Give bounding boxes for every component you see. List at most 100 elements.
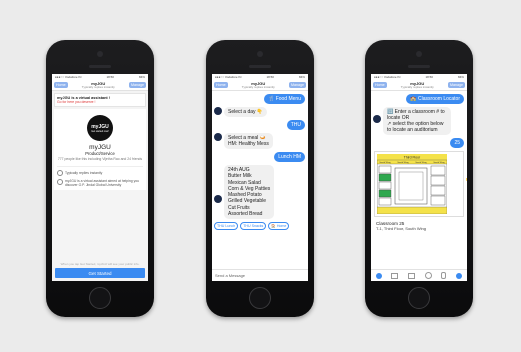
like-icon[interactable]	[456, 272, 463, 279]
menu-item: Mexican Salad	[228, 179, 261, 186]
message-in: Select a day 👇	[214, 107, 306, 117]
select-meal-message: Select a meal 🍛 HM: Healthy Mess	[224, 133, 273, 149]
phone-profile: ●●●○○ Vodafone IN 18:50 84% Home myJGU Ty…	[46, 40, 154, 317]
message-in: 24th AUG Butter Milk Mexican Salad Corn …	[214, 165, 306, 219]
room-block-highlighted	[378, 189, 392, 198]
phone-classroom-locator: ●●●○○ Vodafone IN 18:50 84% Home myJGU Ty…	[365, 40, 473, 317]
quick-reply-thu-snacks[interactable]: THU Snacks	[240, 222, 267, 230]
camera-icon	[97, 51, 103, 57]
composer-placeholder: Send a Message	[215, 273, 246, 278]
clock-text: 18:50	[425, 75, 433, 79]
camera-icon	[257, 51, 263, 57]
screen-profile: ●●●○○ Vodafone IN 18:50 84% Home myJGU Ty…	[52, 74, 148, 281]
battery-text: 84%	[457, 75, 464, 79]
menu-item: Grilled Vegetable	[228, 198, 267, 205]
emoji-icon[interactable]	[424, 272, 432, 279]
room-block	[430, 175, 446, 186]
profile-likes: 777 people like this including Vijetha R…	[57, 157, 143, 161]
floor-map-wing-label: South Wing	[433, 161, 445, 164]
footer-note: When you tap Get Started, myJGU will see…	[60, 262, 140, 266]
camera-icon	[416, 51, 422, 57]
home-button[interactable]: Home	[373, 82, 387, 88]
room-block	[430, 195, 446, 206]
home-button-hardware	[89, 287, 111, 309]
nav-bar: Home myJGU Typically replies instantly Ma…	[52, 80, 148, 91]
message-composer[interactable]: Send a Message	[212, 269, 308, 281]
room-block-highlighted	[378, 173, 392, 182]
thu-message: THU	[286, 120, 305, 130]
clock-text: 18:50	[106, 75, 114, 79]
plus-icon[interactable]	[375, 272, 382, 279]
manage-button[interactable]: Manage	[128, 82, 146, 88]
gif-icon[interactable]	[408, 272, 416, 279]
room-block	[378, 181, 392, 190]
message-out: 25	[374, 138, 464, 148]
chat-subtitle: Typically replies instantly	[400, 84, 434, 89]
room-block	[430, 185, 446, 196]
speaker-grille	[249, 65, 271, 68]
get-started-button[interactable]: Get Started	[55, 268, 145, 278]
phone-food-menu: ●●●○○ Vodafone IN 18:50 84% Home myJGU Ty…	[206, 40, 314, 317]
composer-toolbar	[371, 269, 467, 281]
manage-button[interactable]: Manage	[447, 82, 465, 88]
floor-map-wing-label: South Wing	[397, 161, 409, 164]
chat-subtitle: Typically replies instantly	[81, 84, 115, 89]
profile-card: myJGU Get started now! myJGU Product/Ser…	[54, 109, 146, 191]
chat-subtitle: Typically replies instantly	[241, 84, 275, 89]
message-in: 🔢 Enter a classroom # to locate OR ↗ sel…	[373, 107, 465, 135]
room-block	[430, 165, 446, 176]
menu-item: Mashed Potato	[228, 192, 262, 198]
reply-time-text: Typically replies instantly	[65, 171, 103, 176]
bot-avatar	[373, 115, 381, 123]
carrier-text: ●●●○○ Vodafone IN	[55, 75, 82, 79]
lunch-message: Lunch HM	[274, 152, 305, 162]
bot-avatar	[214, 107, 222, 115]
profile-name: myJGU	[89, 144, 111, 151]
profile-category: Product/Service	[85, 151, 115, 156]
about-row: myJGU is a virtual assistant aimed at he…	[57, 179, 143, 187]
camera-compose-icon[interactable]	[391, 272, 399, 279]
floor-map-wing-label: South Wing	[379, 161, 391, 164]
menu-item: Cut Fruits	[228, 204, 250, 211]
promo-banner: myJGU is a virtual assistant ! Go for he…	[54, 93, 146, 107]
bot-logo: myJGU Get started now!	[87, 115, 113, 141]
banner-link[interactable]: Go for here you deserve !	[57, 100, 143, 104]
speaker-grille	[89, 65, 111, 68]
about-text: myJGU is a virtual assistant aimed at he…	[65, 179, 140, 188]
home-button[interactable]: Home	[214, 82, 228, 88]
floor-map-wing-label: South Wing	[415, 161, 427, 164]
room-number-message: 25	[450, 138, 464, 148]
manage-button[interactable]: Manage	[288, 82, 306, 88]
quick-reply-thu-lunch[interactable]: THU Lunch	[214, 222, 239, 230]
quick-reply-home[interactable]: 🏠 Home	[268, 222, 290, 230]
floor-map: Third Floor South Wing South Wing South …	[377, 154, 447, 214]
room-block	[378, 197, 392, 206]
courtyard	[394, 167, 428, 205]
home-button-hardware	[408, 287, 430, 309]
menu-item: Assorted Bread	[228, 210, 263, 217]
carrier-text: ●●●○○ Vodafone IN	[215, 75, 242, 79]
carrier-text: ●●●○○ Vodafone IN	[374, 75, 401, 79]
food-menu-message: 🍴 Food Menu	[264, 94, 305, 104]
screen-food-menu: ●●●○○ Vodafone IN 18:50 84% Home myJGU Ty…	[212, 74, 308, 281]
floor-map-card[interactable]: Third Floor South Wing South Wing South …	[374, 151, 467, 217]
instruction-message: 🔢 Enter a classroom # to locate OR ↗ sel…	[383, 107, 451, 135]
message-out: 🍴 Food Menu	[215, 94, 305, 104]
classroom-result: Classroom 25 T-1, Third Floor, South Win…	[374, 219, 464, 233]
thumbs-up-icon[interactable]: 👍	[465, 174, 467, 182]
menu-message: 24th AUG Butter Milk Mexican Salad Corn …	[224, 165, 275, 219]
meal-legend-text: HM: Healthy Mess	[228, 141, 269, 147]
quick-replies: THU Lunch THU Snacks 🏠 Home	[212, 222, 308, 230]
classroom-locator-message: 🏫 Classroom Locator	[406, 94, 464, 104]
menu-item: 24th AUG	[228, 167, 250, 173]
clock-text: 18:50	[266, 75, 274, 79]
bot-avatar	[214, 195, 222, 203]
message-in: Select a meal 🍛 HM: Healthy Mess	[214, 133, 306, 149]
message-out: THU	[215, 120, 305, 130]
message-out: Lunch HM	[215, 152, 305, 162]
message-out: 🏫 Classroom Locator	[374, 94, 464, 104]
mic-icon[interactable]	[441, 272, 447, 279]
home-button[interactable]: Home	[54, 82, 68, 88]
reply-time-row: Typically replies instantly	[57, 166, 143, 177]
nav-bar: Home myJGU Typically replies instantly Ma…	[371, 80, 467, 91]
